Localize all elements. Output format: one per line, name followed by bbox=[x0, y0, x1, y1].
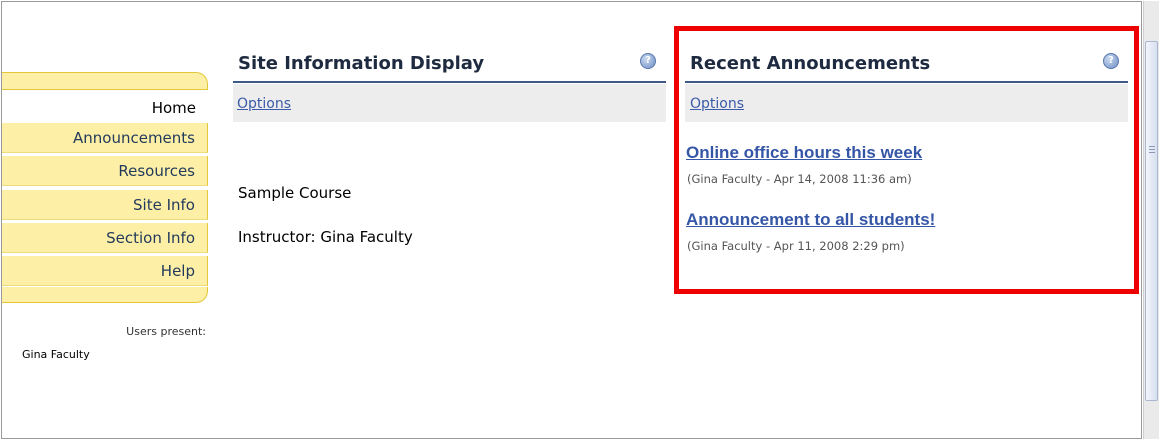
course-name: Sample Course bbox=[238, 184, 352, 202]
announcements-title: Recent Announcements bbox=[690, 53, 931, 74]
announcements-options-bar bbox=[685, 84, 1128, 122]
nav-item-home[interactable]: Home bbox=[2, 93, 208, 123]
nav-item-announcements[interactable]: Announcements bbox=[2, 123, 208, 153]
site-info-options-bar bbox=[233, 84, 666, 122]
scrollbar-thumb[interactable] bbox=[1145, 41, 1158, 401]
users-present-label: Users present: bbox=[126, 325, 206, 338]
nav-top-cap bbox=[2, 72, 208, 90]
nav-item-help[interactable]: Help bbox=[2, 256, 208, 286]
grip-line bbox=[1149, 149, 1155, 150]
page-frame bbox=[1, 1, 1142, 439]
grip-line bbox=[1149, 152, 1155, 153]
announcement-meta: (Gina Faculty - Apr 11, 2008 2:29 pm) bbox=[687, 239, 905, 253]
nav-bottom-cap bbox=[2, 287, 208, 303]
instructor-name: Instructor: Gina Faculty bbox=[238, 228, 413, 246]
grip-line bbox=[1149, 146, 1155, 147]
nav-item-section-info[interactable]: Section Info bbox=[2, 223, 208, 253]
announcements-options-link[interactable]: Options bbox=[690, 96, 744, 112]
announcement-link[interactable]: Announcement to all students! bbox=[686, 210, 935, 230]
help-icon[interactable]: ? bbox=[640, 53, 656, 69]
announcement-link[interactable]: Online office hours this week bbox=[686, 143, 922, 163]
site-info-title: Site Information Display bbox=[238, 53, 485, 74]
nav-item-site-info[interactable]: Site Info bbox=[2, 190, 208, 220]
user-present-item: Gina Faculty bbox=[22, 348, 90, 361]
vertical-scrollbar[interactable] bbox=[1143, 1, 1159, 439]
site-info-options-link[interactable]: Options bbox=[237, 96, 291, 112]
announcement-meta: (Gina Faculty - Apr 14, 2008 11:36 am) bbox=[687, 172, 912, 186]
nav-item-resources[interactable]: Resources bbox=[2, 156, 208, 186]
site-info-title-rule bbox=[233, 81, 666, 83]
help-icon[interactable]: ? bbox=[1103, 53, 1119, 69]
announcements-title-rule bbox=[685, 81, 1128, 83]
